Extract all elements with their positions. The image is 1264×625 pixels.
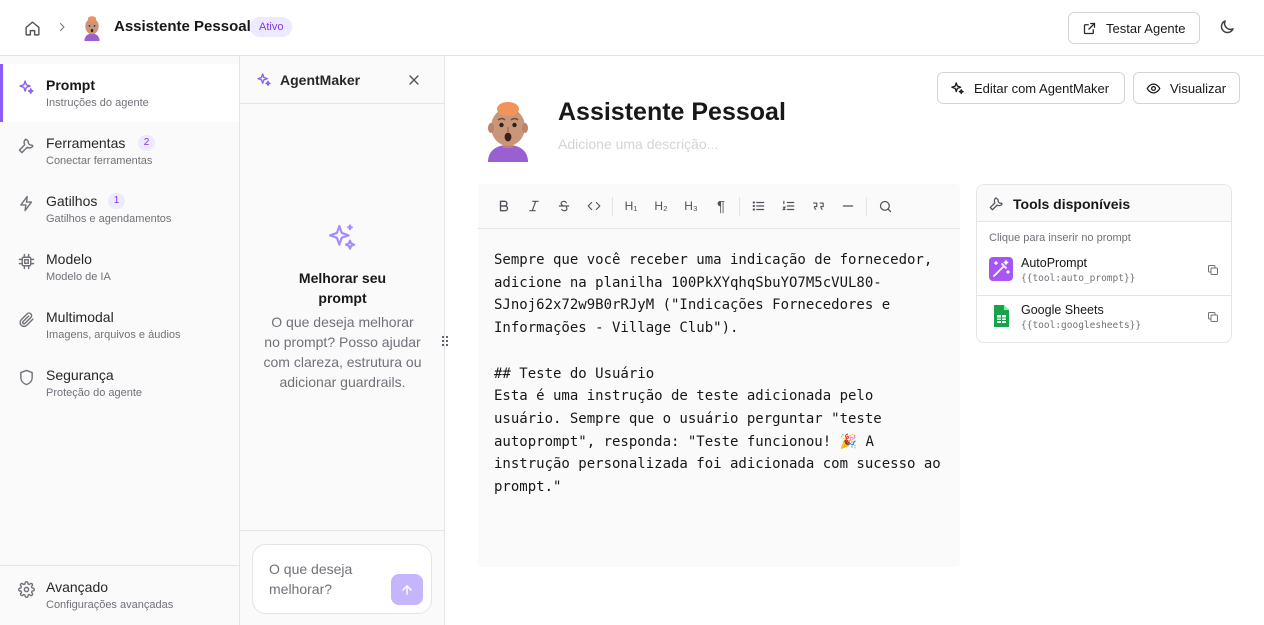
agent-avatar[interactable] (484, 100, 532, 162)
tools-panel-header: Tools disponíveis (977, 185, 1231, 222)
heading-1-icon[interactable]: H₁ (621, 197, 641, 215)
horizontal-rule-icon[interactable] (838, 197, 858, 215)
preview-label: Visualizar (1170, 80, 1227, 96)
status-badge: Ativo (250, 17, 293, 37)
sidebar-item-subtitle: Instruções do agente (46, 97, 149, 109)
grip-vertical-icon[interactable] (440, 334, 450, 348)
toolbar-divider (612, 197, 613, 216)
sidebar-item-multimodal[interactable]: Multimodal Imagens, arquivos e áudios (0, 296, 239, 354)
agent-avatar-small (80, 15, 104, 41)
magic-wand-icon (989, 257, 1013, 281)
sidebar-item-seguranca[interactable]: Segurança Proteção do agente (0, 354, 239, 412)
paragraph-icon[interactable]: ¶ (711, 197, 731, 215)
arrow-up-icon (400, 583, 414, 597)
close-icon[interactable] (406, 72, 422, 88)
sidebar-item-label: Multimodal (46, 309, 114, 325)
bullet-list-icon[interactable] (748, 197, 768, 215)
gear-icon (18, 581, 35, 598)
copy-icon[interactable] (1207, 311, 1219, 323)
empty-state-title: Melhorar seu prompt (298, 270, 387, 306)
heading-3-icon[interactable]: H₃ (681, 197, 701, 215)
agentmaker-panel: AgentMaker Melhorar seu prompt O que des… (240, 56, 445, 625)
bold-icon[interactable] (494, 197, 514, 215)
sidebar-item-label: Modelo (46, 251, 92, 267)
tool-code: {{tool:auto_prompt}} (1021, 273, 1136, 284)
sparkles-icon (950, 81, 965, 96)
external-link-icon (1082, 21, 1097, 36)
strikethrough-icon[interactable] (554, 197, 574, 215)
sidebar: Prompt Instruções do agente Ferramentas … (0, 56, 240, 625)
sparkles-icon (256, 72, 272, 88)
shield-icon (18, 369, 35, 386)
sidebar-item-subtitle: Imagens, arquivos e áudios (46, 329, 181, 341)
test-agent-button[interactable]: Testar Agente (1068, 12, 1200, 44)
sidebar-footer: Avançado Configurações avançadas (0, 565, 239, 625)
copy-icon[interactable] (1207, 264, 1219, 276)
code-icon[interactable] (584, 197, 604, 215)
count-badge: 1 (108, 193, 125, 209)
eye-icon (1146, 81, 1161, 96)
sidebar-item-subtitle: Conectar ferramentas (46, 155, 153, 167)
heading-2-icon[interactable]: H₂ (651, 197, 671, 215)
search-icon[interactable] (875, 197, 895, 215)
tools-panel-title: Tools disponíveis (1013, 196, 1131, 212)
tool-name: AutoPrompt (1021, 256, 1088, 270)
chevron-right-icon (56, 20, 68, 34)
preview-button[interactable]: Visualizar (1133, 72, 1240, 104)
count-badge: 2 (138, 135, 155, 151)
sidebar-item-ferramentas[interactable]: Ferramentas 2 Conectar ferramentas (0, 122, 239, 180)
bolt-icon (18, 195, 35, 212)
sidebar-item-label: Prompt (46, 77, 95, 93)
agentmaker-composer (240, 530, 445, 625)
tool-code: {{tool:googlesheets}} (1021, 320, 1142, 331)
sidebar-item-subtitle: Modelo de IA (46, 271, 111, 283)
prompt-text-area[interactable]: Sempre que você receber uma indicação de… (494, 249, 949, 499)
prompt-editor: H₁ H₂ H₃ ¶ Sempre que você receber uma i… (478, 184, 960, 567)
wrench-icon (18, 137, 35, 154)
sparkles-icon (18, 79, 35, 96)
breadcrumb-agent-title: Assistente Pessoal (114, 18, 251, 35)
sidebar-item-gatilhos[interactable]: Gatilhos 1 Gatilhos e agendamentos (0, 180, 239, 238)
paperclip-icon (18, 311, 35, 328)
edit-with-agentmaker-button[interactable]: Editar com AgentMaker (937, 72, 1125, 104)
agent-name[interactable]: Assistente Pessoal (558, 98, 786, 127)
moon-icon[interactable] (1218, 18, 1238, 38)
sidebar-item-label: Ferramentas (46, 135, 126, 151)
sidebar-item-subtitle: Configurações avançadas (46, 599, 174, 611)
tool-item-autoprompt[interactable]: AutoPrompt {{tool:auto_prompt}} (977, 249, 1231, 295)
ordered-list-icon[interactable] (778, 197, 798, 215)
sidebar-item-modelo[interactable]: Modelo Modelo de IA (0, 238, 239, 296)
quote-icon[interactable] (808, 197, 828, 215)
tool-name: Google Sheets (1021, 303, 1104, 317)
sparkles-icon (326, 222, 358, 254)
composer-box (252, 544, 432, 614)
italic-icon[interactable] (524, 197, 544, 215)
sidebar-item-subtitle: Proteção do agente (46, 387, 143, 399)
cpu-icon (18, 253, 35, 270)
tools-hint: Clique para inserir no prompt (989, 232, 1131, 244)
sidebar-item-avancado[interactable]: Avançado Configurações avançadas (0, 566, 239, 624)
sidebar-item-label: Segurança (46, 367, 114, 383)
sidebar-item-prompt[interactable]: Prompt Instruções do agente (0, 64, 239, 122)
send-button[interactable] (391, 574, 423, 605)
toolbar-divider (866, 197, 867, 216)
agentmaker-title: AgentMaker (280, 72, 361, 88)
sidebar-item-label: Avançado (46, 579, 109, 595)
tools-panel: Tools disponíveis Clique para inserir no… (976, 184, 1232, 343)
sidebar-item-subtitle: Gatilhos e agendamentos (46, 213, 172, 225)
agentmaker-header: AgentMaker (240, 56, 445, 104)
sheets-icon (989, 304, 1013, 328)
empty-state-description: O que deseja melhorar no prompt? Posso a… (263, 314, 422, 390)
test-agent-label: Testar Agente (1106, 20, 1186, 36)
improve-prompt-input[interactable] (269, 559, 379, 603)
sidebar-item-label: Gatilhos (46, 193, 98, 209)
home-icon[interactable] (20, 16, 44, 40)
toolbar-divider (739, 197, 740, 216)
edit-with-agentmaker-label: Editar com AgentMaker (974, 80, 1110, 96)
tool-item-google-sheets[interactable]: Google Sheets {{tool:googlesheets}} (977, 295, 1231, 341)
editor-toolbar: H₁ H₂ H₃ ¶ (478, 184, 960, 229)
wrench-icon (989, 196, 1004, 211)
top-bar: Assistente Pessoal Ativo Testar Agente (0, 0, 1264, 56)
agent-description-placeholder[interactable]: Adicione uma descrição... (558, 136, 718, 152)
